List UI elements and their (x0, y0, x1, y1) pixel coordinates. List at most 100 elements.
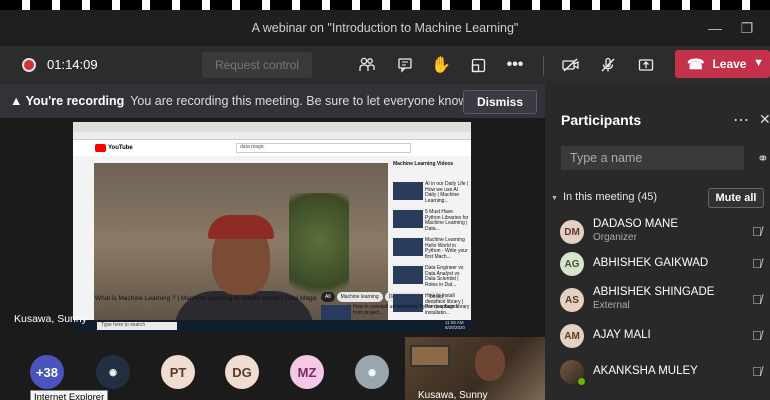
avatar[interactable]: ◉ (355, 355, 389, 389)
list-item: 5 Must Have Python Libraries for Machine… (393, 209, 471, 236)
share-tray-icon[interactable] (633, 52, 659, 78)
related-title: Machine Learning Hello World in Python -… (425, 237, 468, 260)
presence-icon (577, 377, 586, 386)
leave-label: Leave (712, 57, 747, 71)
close-icon[interactable]: ✕ (759, 111, 770, 128)
avatar: AS (560, 288, 584, 312)
presenter-cap (208, 215, 274, 239)
avatar-photo-icon: ◉ (368, 366, 376, 377)
caret-down-icon: ▼ (551, 195, 558, 202)
window-title: A webinar on "Introduction to Machine Le… (251, 21, 519, 35)
title-bar: A webinar on "Introduction to Machine Le… (0, 10, 770, 46)
toolbar-separator (543, 56, 544, 76)
participant-name: DADASO MANE (593, 218, 678, 230)
video-thumbnail (393, 210, 423, 228)
camera-off-icon[interactable] (558, 52, 584, 78)
avatar[interactable]: DG (225, 355, 259, 389)
participant-search-input[interactable]: Type a name (561, 146, 744, 170)
related-title: How to uninstall unnecessary Python pack… (353, 304, 458, 316)
mic-muted-icon: 🎙̸ (752, 292, 762, 307)
restore-icon[interactable]: ❐ (733, 10, 761, 46)
avatar: AM (560, 324, 584, 348)
share-invite-icon[interactable]: ⚭ (757, 150, 769, 167)
wall-frames (410, 345, 450, 367)
mute-all-button[interactable]: Mute all (708, 188, 764, 208)
browser-tabs (73, 122, 471, 132)
video-thumbnail (393, 266, 423, 284)
raise-hand-icon[interactable]: ✋ (428, 52, 454, 78)
avatar-photo-icon: ◉ (109, 366, 117, 377)
avatar: DM (560, 220, 584, 244)
hang-up-icon: ☎ (687, 55, 705, 72)
participants-panel: Participants ⋯ ✕ Type a name ⚭ ▼ In this … (545, 84, 770, 400)
avatar[interactable]: MZ (290, 355, 324, 389)
more-icon[interactable]: ••• (502, 52, 528, 78)
request-control-button[interactable]: Request control (202, 52, 312, 78)
chat-icon[interactable] (392, 52, 418, 78)
related-title: 5 Must Have Python Libraries for Machine… (425, 209, 469, 232)
meeting-timer: 01:14:09 (47, 57, 98, 72)
youtube-search-input: data magic (236, 143, 411, 153)
camera-person (475, 345, 505, 381)
browser-address-bar (73, 132, 471, 140)
call-toolbar: 01:14:09 Request control ✋ ••• ☎ Leave ▼ (0, 46, 770, 84)
youtube-play-icon (95, 144, 106, 152)
video-thumbnail (393, 182, 423, 200)
taskbar-date: 6/28/2020 (444, 324, 465, 330)
participant-row[interactable]: AS ABHISHEK SHINGADE External 🎙̸ (545, 282, 770, 318)
video-thumbnail (393, 238, 423, 256)
participant-name: AJAY MALI (593, 329, 651, 341)
breakout-icon[interactable] (465, 52, 491, 78)
mic-muted-icon: 🎙̸ (752, 328, 762, 343)
window-top-dashes (0, 0, 770, 10)
chip: All (321, 292, 335, 302)
participant-row[interactable]: DM DADASO MANE Organizer 🎙̸ (545, 214, 770, 250)
participant-row[interactable]: AM AJAY MALI 🎙̸ (545, 318, 770, 354)
related-title: Data Engineer vs Data Analyst vs Data Sc… (425, 265, 464, 288)
windows-taskbar: Type here to search 11:06 AM 6/28/2020 (73, 320, 471, 332)
participant-name: ABHISHEK GAIKWAD (593, 257, 709, 269)
participant-name: ABHISHEK SHINGADE (593, 286, 715, 298)
participant-role: External (593, 300, 630, 311)
taskbar-search: Type here to search (97, 322, 177, 330)
avatar: AG (560, 252, 584, 276)
video-meta: 239 views • May 22, 2020 (95, 304, 153, 310)
more-options-icon[interactable]: ⋯ (733, 110, 749, 130)
mic-muted-icon: 🎙̸ (752, 224, 762, 239)
related-title: AI in our Daily Life | How we use AI Dai… (425, 181, 469, 204)
youtube-logo-text: YouTube (108, 145, 133, 151)
overflow-avatar[interactable]: +38 (30, 355, 64, 389)
participant-row[interactable]: AKANKSHA MULEY 🎙̸ (545, 354, 770, 390)
related-title: Machine Learning Videos (393, 161, 454, 167)
participant-row[interactable]: AG ABHISHEK GAIKWAD 🎙̸ (545, 246, 770, 282)
tooltip: Internet Explorer (30, 390, 109, 400)
list-item: AI in our Daily Life | How we use AI Dai… (393, 181, 471, 208)
leave-button[interactable]: ☎ Leave ▼ (675, 50, 770, 78)
alert-triangle-icon: ▲ (10, 94, 26, 108)
recording-banner-heading: ▲ You're recording (10, 94, 124, 108)
people-icon[interactable] (354, 52, 380, 78)
mic-off-icon[interactable] (595, 52, 621, 78)
dismiss-button[interactable]: Dismiss (463, 90, 537, 114)
mic-muted-icon: 🎙̸ (752, 364, 762, 379)
chip: Machine learning (336, 292, 383, 302)
youtube-logo: YouTube (95, 144, 133, 152)
taskbar-clock: 11:06 AM 6/28/2020 (444, 320, 465, 331)
chevron-down-icon[interactable]: ▼ (753, 57, 764, 69)
list-item: Machine Learning Videos (393, 161, 471, 180)
avatar[interactable]: ◉ (96, 355, 130, 389)
presenter-name: Kusawa, Sunny (14, 313, 87, 325)
video-title: What is Machine Learning ? | Machine Lea… (95, 295, 318, 302)
in-meeting-header[interactable]: ▼ In this meeting (45) (551, 191, 657, 203)
recording-indicator-icon (22, 58, 36, 72)
mic-muted-icon: 🎙̸ (752, 256, 762, 271)
participant-name: AKANKSHA MULEY (593, 365, 698, 377)
avatar[interactable]: PT (161, 355, 195, 389)
shared-screen: YouTube data magic Data Magic What is Ma… (73, 122, 471, 332)
minimize-icon[interactable]: — (701, 10, 729, 46)
youtube-header: YouTube data magic (73, 140, 471, 156)
panel-title: Participants (561, 112, 642, 128)
participant-role: Organizer (593, 232, 637, 243)
recording-banner-bold: You're recording (25, 94, 125, 108)
camera-name: Kusawa, Sunny (418, 390, 488, 400)
